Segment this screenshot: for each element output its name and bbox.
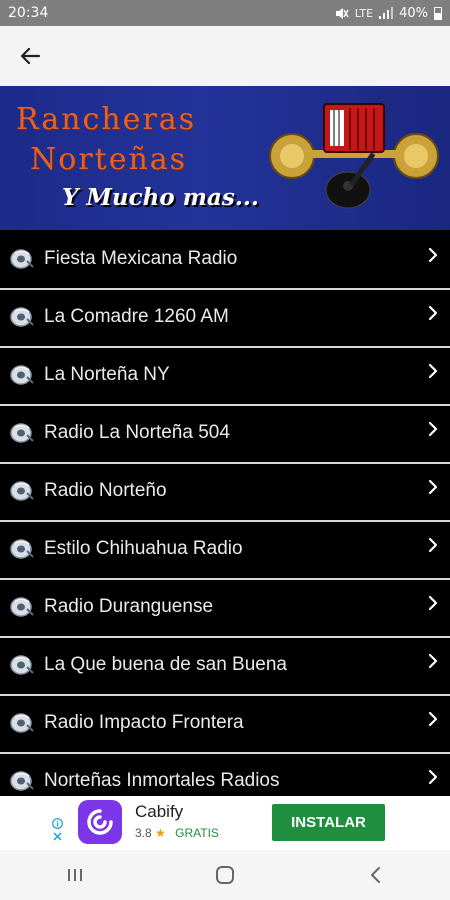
info-icon[interactable] <box>52 818 63 829</box>
ad-banner[interactable]: Cabify 3.8 ★ GRATIS INSTALAR <box>0 796 450 850</box>
status-time: 20:34 <box>8 5 49 21</box>
banner-title-line2: Norteñas <box>30 142 188 177</box>
network-type: LTE <box>354 6 374 20</box>
radio-disc-icon <box>0 537 44 561</box>
close-icon[interactable] <box>52 831 63 842</box>
chevron-right-icon <box>428 363 438 383</box>
radio-disc-icon <box>0 595 44 619</box>
station-name: Radio Impacto Frontera <box>44 711 244 733</box>
ad-rating: 3.8 ★ GRATIS <box>135 826 219 840</box>
chevron-right-icon <box>428 711 438 731</box>
station-list-item[interactable]: La Comadre 1260 AM <box>0 290 450 343</box>
home-button[interactable] <box>195 850 255 900</box>
home-icon <box>216 866 234 884</box>
station-list-item[interactable]: Radio Duranguense <box>0 580 450 633</box>
system-nav-bar <box>0 850 450 900</box>
chevron-right-icon <box>428 247 438 267</box>
radio-disc-icon <box>0 247 44 271</box>
instruments-illustration <box>269 103 439 209</box>
station-list-item[interactable]: Fiesta Mexicana Radio <box>0 232 450 285</box>
battery-icon <box>434 6 442 20</box>
station-name: Radio La Norteña 504 <box>44 421 230 443</box>
install-button[interactable]: INSTALAR <box>272 804 385 841</box>
battery-percent: 40% <box>399 5 428 21</box>
station-list: Fiesta Mexicana Radio La Comadre 1260 AM L… <box>0 232 450 810</box>
station-name: Estilo Chihuahua Radio <box>44 537 243 559</box>
recents-icon <box>68 869 82 881</box>
station-name: Norteñas Inmortales Radios <box>44 769 280 791</box>
chevron-right-icon <box>428 421 438 441</box>
station-name: Fiesta Mexicana Radio <box>44 247 238 269</box>
station-name: La Que buena de san Buena <box>44 653 287 675</box>
signal-icon <box>379 7 394 19</box>
chevron-right-icon <box>428 479 438 499</box>
station-list-item[interactable]: La Que buena de san Buena <box>0 638 450 691</box>
station-name: La Norteña NY <box>44 363 170 385</box>
radio-disc-icon <box>0 769 44 793</box>
nav-back-button[interactable] <box>345 850 405 900</box>
back-chevron-icon <box>371 867 380 883</box>
cabify-logo-icon <box>87 809 113 835</box>
chevron-right-icon <box>428 769 438 789</box>
station-list-item[interactable]: Radio Impacto Frontera <box>0 696 450 749</box>
arrow-left-icon <box>20 47 40 65</box>
banner-title-line1: Rancheras <box>16 102 196 137</box>
chevron-right-icon <box>428 653 438 673</box>
station-name: Radio Norteño <box>44 479 167 501</box>
station-list-item[interactable]: Radio La Norteña 504 <box>0 406 450 459</box>
radio-disc-icon <box>0 305 44 329</box>
radio-disc-icon <box>0 653 44 677</box>
rating-value: 3.8 <box>135 826 152 840</box>
radio-disc-icon <box>0 363 44 387</box>
app-logo[interactable] <box>78 800 122 844</box>
chevron-right-icon <box>428 305 438 325</box>
station-list-item[interactable]: La Norteña NY <box>0 348 450 401</box>
radio-disc-icon <box>0 711 44 735</box>
radio-disc-icon <box>0 421 44 445</box>
ad-app-name[interactable]: Cabify <box>135 802 183 822</box>
chevron-right-icon <box>428 595 438 615</box>
radio-disc-icon <box>0 479 44 503</box>
station-name: Radio Duranguense <box>44 595 214 617</box>
star-icon: ★ <box>155 826 166 840</box>
banner-subtitle: Y Mucho mas... <box>62 184 259 211</box>
header-banner: Rancheras Norteñas Y Mucho mas... <box>0 86 450 230</box>
recents-button[interactable] <box>45 850 105 900</box>
status-bar: 20:34 LTE 40% <box>0 0 450 26</box>
app-bar <box>0 26 450 86</box>
station-name: La Comadre 1260 AM <box>44 305 229 327</box>
mute-icon <box>335 7 349 19</box>
station-list-item[interactable]: Estilo Chihuahua Radio <box>0 522 450 575</box>
chevron-right-icon <box>428 537 438 557</box>
status-icons: LTE 40% <box>335 6 442 21</box>
ad-choices[interactable] <box>52 818 63 842</box>
station-list-item[interactable]: Radio Norteño <box>0 464 450 517</box>
back-button[interactable] <box>0 26 60 86</box>
price-label: GRATIS <box>175 826 219 840</box>
